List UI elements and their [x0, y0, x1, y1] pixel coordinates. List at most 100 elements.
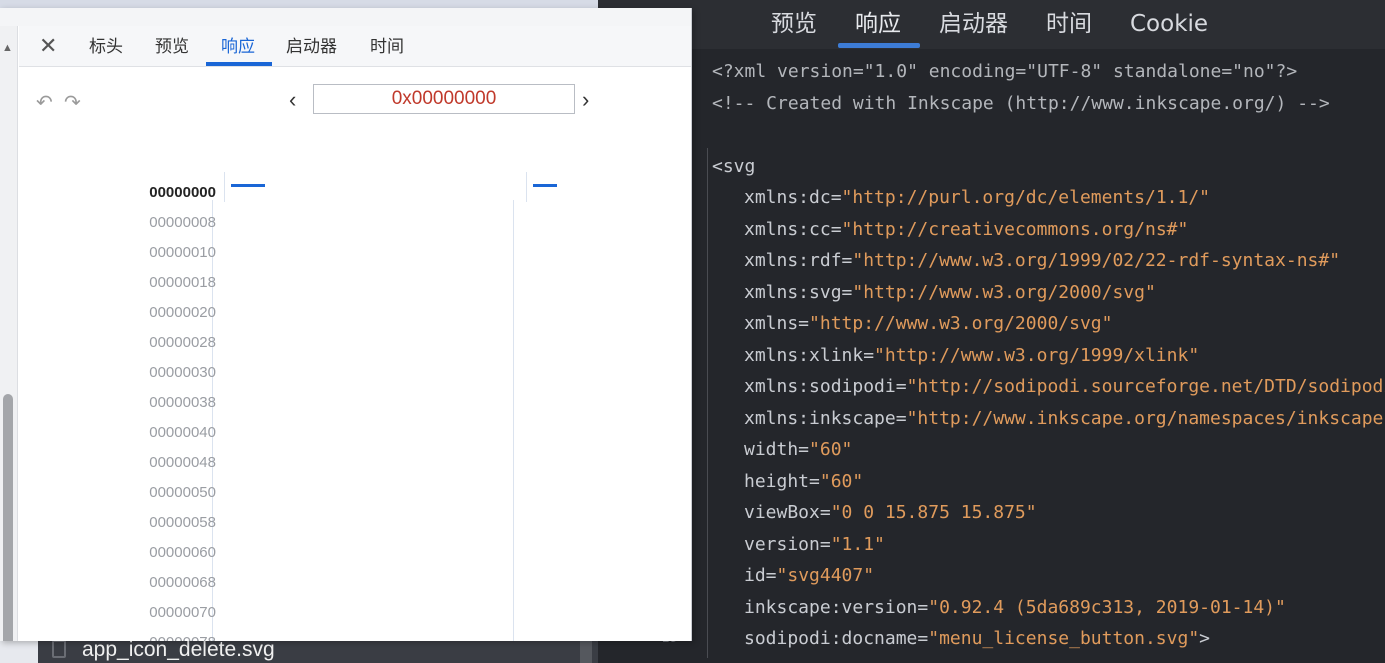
scroll-up-icon[interactable]: ▲	[2, 42, 13, 54]
code-token: "http://www.inkscape.org/namespaces/inks…	[906, 407, 1385, 429]
close-icon[interactable]: ✕	[39, 33, 57, 59]
hex-offset: 00000058	[149, 514, 216, 531]
code-token: >	[1199, 628, 1211, 649]
code-token: xmlns:svg=	[744, 281, 853, 303]
code-line: xmlns:sodipodi="http://sodipodi.sourcefo…	[712, 371, 1385, 403]
vertical-scrollbar[interactable]: ▲	[0, 26, 18, 641]
code-line: width="60"	[712, 434, 1385, 466]
file-icon	[52, 640, 66, 658]
tab-timing[interactable]: 时间	[370, 26, 404, 66]
hex-offset: 00000078	[120, 634, 216, 641]
code-token: inkscape:version=	[744, 596, 929, 618]
tab-cookies[interactable]: Cookie	[1130, 0, 1208, 49]
next-page-button[interactable]: ›	[582, 87, 589, 113]
code-token: height=	[744, 470, 820, 492]
fold-guide	[707, 148, 708, 658]
code-token: xmlns:cc=	[744, 218, 842, 240]
code-line: id="svg4407"	[712, 560, 1385, 592]
code-token: xmlns:dc=	[744, 187, 842, 208]
code-token: "http://www.w3.org/2000/svg"	[852, 281, 1156, 303]
hex-offset: 00000020	[149, 304, 216, 321]
tab-preview[interactable]: 预览	[155, 26, 189, 66]
active-tab-indicator	[838, 43, 920, 48]
address-input[interactable]: 0x00000000	[313, 84, 575, 114]
hex-offset: 00000070	[149, 604, 216, 621]
code-token: sodipodi:docname=	[744, 628, 929, 649]
code-line: xmlns:dc="http://purl.org/dc/elements/1.…	[712, 182, 1385, 214]
code-line: <?xml version="1.0" encoding="UTF-8" sta…	[712, 56, 1385, 88]
code-token: "1.1"	[830, 533, 885, 555]
hex-offset: 00000050	[149, 484, 216, 501]
dark-tab-bar: 标头 预览 响应 启动器 时间 Cookie	[588, 0, 1385, 49]
hex-offset: 00000008	[149, 214, 216, 231]
tab-headers[interactable]: 标头	[89, 26, 123, 66]
code-token: "http://purl.org/dc/elements/1.1/"	[841, 187, 1211, 208]
column-divider	[526, 172, 527, 202]
hex-offset: 00000060	[149, 544, 216, 561]
light-tab-bar: ✕ 标头 预览 响应 启动器 时间	[19, 26, 691, 67]
code-line: xmlns="http://www.w3.org/2000/svg"	[712, 308, 1385, 340]
code-token: "0 0 15.875 15.875"	[830, 502, 1037, 523]
code-token: "svg4407"	[776, 565, 875, 586]
code-line: <svg	[712, 151, 1385, 183]
hex-offset: 00000010	[149, 244, 216, 261]
tab-timing[interactable]: 时间	[1046, 0, 1092, 49]
code-line: viewBox="0 0 15.875 15.875"	[712, 497, 1385, 529]
active-tab-indicator	[206, 62, 272, 66]
hex-offset: 00000000	[149, 184, 216, 201]
code-token: "http://www.w3.org/2000/svg"	[809, 313, 1113, 334]
panel-top-edge	[0, 8, 691, 26]
prev-page-button[interactable]: ‹	[289, 87, 296, 113]
code-token: xmlns:inkscape=	[744, 407, 907, 429]
code-token: "60"	[819, 470, 864, 492]
response-viewer-dark: 标头 预览 响应 启动器 时间 Cookie 19 <?xml version=…	[588, 0, 1385, 663]
ascii-placeholder	[533, 184, 557, 187]
code-token: "60"	[809, 439, 853, 460]
code-line: xmlns:rdf="http://www.w3.org/1999/02/22-…	[712, 245, 1385, 277]
code-token: "http://sodipodi.sourceforge.net/DTD/sod…	[906, 376, 1385, 397]
hex-placeholder	[231, 184, 265, 187]
code-line: version="1.1"	[712, 529, 1385, 561]
column-divider	[513, 200, 514, 641]
code-token: "http://creativecommons.org/ns#"	[841, 218, 1189, 240]
tab-preview[interactable]: 预览	[771, 0, 817, 49]
redo-icon[interactable]: ↷	[64, 90, 81, 115]
code-token: "http://www.w3.org/1999/xlink"	[874, 344, 1200, 366]
tab-initiator[interactable]: 启动器	[939, 0, 1008, 49]
scrollbar-thumb[interactable]	[3, 394, 13, 641]
code-token: "menu_license_button.svg"	[928, 628, 1200, 649]
code-token: <svg	[712, 155, 756, 177]
code-line: sodipodi:docname="menu_license_button.sv…	[712, 623, 1385, 655]
code-token: width=	[744, 439, 810, 460]
hex-offset: 00000068	[149, 574, 216, 591]
code-token: viewBox=	[744, 502, 831, 523]
tab-response[interactable]: 响应	[221, 26, 255, 66]
hex-offset: 00000018	[149, 274, 216, 291]
code-token: xmlns:rdf=	[744, 250, 853, 271]
code-token: version=	[744, 533, 831, 555]
hex-offset: 00000048	[149, 454, 216, 471]
undo-icon[interactable]: ↶	[36, 90, 53, 115]
code-token: "0.92.4 (5da689c313, 2019-01-14)"	[928, 596, 1286, 618]
code-line: inkscape:version="0.92.4 (5da689c313, 20…	[712, 592, 1385, 624]
tab-initiator[interactable]: 启动器	[286, 26, 337, 66]
code-token: xmlns=	[744, 313, 810, 334]
code-line: xmlns:xlink="http://www.w3.org/1999/xlin…	[712, 340, 1385, 372]
code-line: <!-- Created with Inkscape (http://www.i…	[712, 88, 1385, 120]
code-token: xmlns:xlink=	[744, 344, 875, 366]
hex-offset: 00000040	[149, 424, 216, 441]
code-token: "http://www.w3.org/1999/02/22-rdf-syntax…	[852, 250, 1341, 271]
hex-offset: 00000028	[149, 334, 216, 351]
code-token: id=	[744, 565, 777, 586]
code-line: xmlns:inkscape="http://www.inkscape.org/…	[712, 403, 1385, 435]
column-divider	[224, 172, 225, 202]
code-view[interactable]: <?xml version="1.0" encoding="UTF-8" sta…	[712, 56, 1385, 655]
hex-offset: 00000030	[149, 364, 216, 381]
code-line: xmlns:svg="http://www.w3.org/2000/svg"	[712, 277, 1385, 309]
code-token: <!-- Created with Inkscape (http://www.i…	[712, 92, 1330, 114]
screen: app_icon_delete.svg 标头 预览 响应 启动器 时间 Cook…	[0, 0, 1385, 663]
code-line: height="60"	[712, 466, 1385, 498]
code-token: <?xml version="1.0" encoding="UTF-8" sta…	[712, 61, 1298, 82]
tab-response[interactable]: 响应	[855, 0, 901, 49]
hex-offset: 00000038	[149, 394, 216, 411]
